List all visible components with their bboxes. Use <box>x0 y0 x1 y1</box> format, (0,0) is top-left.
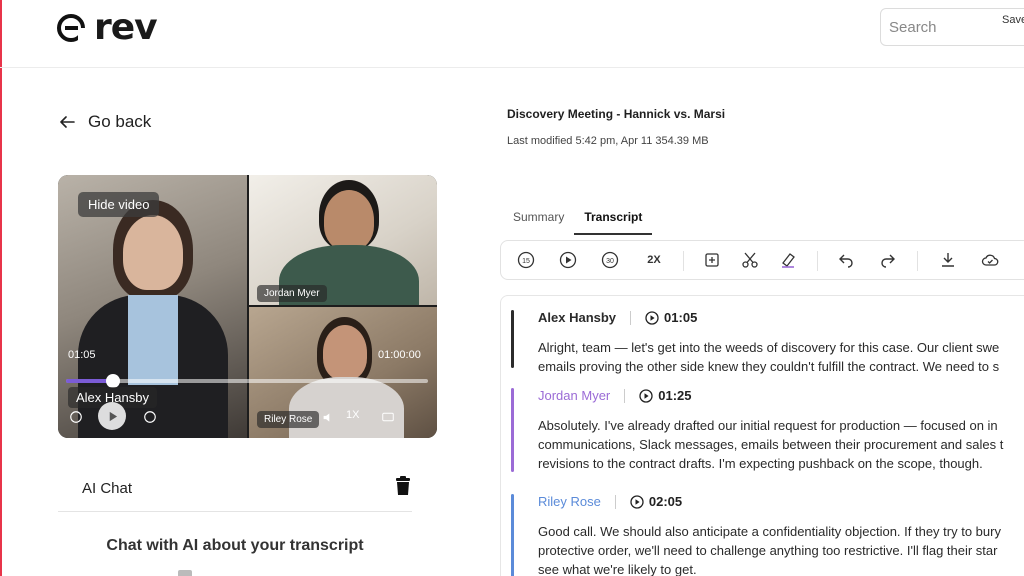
speaker-color-bar <box>511 310 514 368</box>
cut-button[interactable] <box>739 249 761 271</box>
window-edge <box>0 0 2 576</box>
toolbar-divider <box>817 251 818 271</box>
segment-text: Absolutely. I've already drafted our ini… <box>538 418 1004 471</box>
chat-icon <box>178 570 192 576</box>
rev-logo[interactable]: rev <box>56 7 158 48</box>
playback-speed[interactable]: 1X <box>346 409 359 421</box>
participant-name-tag: Riley Rose <box>257 411 320 428</box>
redo-button[interactable] <box>877 249 899 271</box>
video-tile-jordan: Jordan Myer <box>249 175 437 305</box>
transcript-panel: Alex Hansby 01:05 Alright, team — let's … <box>500 295 1024 576</box>
toolbar-divider <box>917 251 918 271</box>
segment-header: Jordan Myer 01:25 <box>538 388 692 403</box>
download-icon <box>942 253 954 267</box>
meeting-title: Discovery Meeting - Hannick vs. Marsi <box>507 107 726 121</box>
top-bar: rev <box>0 0 1024 68</box>
save-button-label[interactable]: Save <box>1002 14 1024 26</box>
participant-face <box>324 190 374 250</box>
insert-icon <box>705 253 719 267</box>
play-button[interactable] <box>98 402 126 430</box>
duration: 01:00:00 <box>378 349 421 361</box>
participant-face <box>123 215 183 290</box>
segment-header: Riley Rose 02:05 <box>538 494 682 509</box>
speed-button[interactable]: 2X <box>643 249 665 271</box>
rewind-icon[interactable] <box>68 409 84 425</box>
transcript-segment: Riley Rose 02:05 Good call. We should al… <box>511 494 1024 576</box>
play-circle-icon[interactable] <box>645 310 659 325</box>
segment-timestamp[interactable]: 02:05 <box>649 494 682 509</box>
speaker-color-bar <box>511 388 514 472</box>
svg-text:30: 30 <box>606 258 614 265</box>
svg-text:15: 15 <box>522 258 530 265</box>
segment-text: Good call. We should also anticipate a c… <box>538 524 1001 576</box>
tab-transcript[interactable]: Transcript <box>574 204 653 235</box>
participant-body <box>289 377 404 438</box>
rev-logo-icon <box>57 14 86 42</box>
transcript-segment: Alex Hansby 01:05 Alright, team — let's … <box>511 310 1024 382</box>
segment-text: Alright, team — let's get into the weeds… <box>538 340 1000 374</box>
meeting-meta: Last modified 5:42 pm, Apr 11 354.39 MB <box>507 135 709 147</box>
divider <box>614 494 616 509</box>
video-player[interactable]: Jordan Myer Riley Rose Hide video 01:05 … <box>58 175 437 438</box>
undo-icon <box>839 254 853 268</box>
divider <box>630 310 632 325</box>
play-button[interactable] <box>557 249 579 271</box>
toolbar-divider <box>683 251 684 271</box>
forward-30-button[interactable]: 30 <box>599 249 621 271</box>
rewind-15-icon: 15 <box>517 251 535 269</box>
insert-button[interactable] <box>701 249 723 271</box>
current-time: 01:05 <box>68 349 96 361</box>
volume-icon[interactable] <box>320 409 336 425</box>
participant-shirt <box>128 295 178 385</box>
speaker-name[interactable]: Alex Hansby <box>538 310 616 325</box>
rewind-15-button[interactable]: 15 <box>515 249 537 271</box>
forward-30-icon: 30 <box>601 251 619 269</box>
cloud-save-icon[interactable] <box>979 249 1001 271</box>
highlighter-icon <box>782 253 795 268</box>
scissors-icon <box>742 252 758 268</box>
view-tabs: Summary Transcript <box>503 204 653 235</box>
play-circle-icon[interactable] <box>630 494 644 509</box>
segment-timestamp[interactable]: 01:05 <box>664 310 697 325</box>
download-button[interactable] <box>937 249 959 271</box>
scrubber-handle[interactable] <box>106 374 121 388</box>
go-back-label: Go back <box>88 112 152 131</box>
highlight-button[interactable] <box>777 249 799 271</box>
segment-timestamp[interactable]: 01:25 <box>658 388 691 403</box>
transcript-segment: Jordan Myer 01:25 Absolutely. I've alrea… <box>511 388 1024 480</box>
participant-face <box>323 325 367 380</box>
divider <box>624 388 626 403</box>
play-icon <box>109 411 117 421</box>
logo-text: rev <box>94 7 158 48</box>
go-back-link[interactable]: Go back <box>58 112 151 132</box>
tab-summary[interactable]: Summary <box>503 204 574 235</box>
video-scrubber[interactable] <box>66 374 428 388</box>
video-tile-riley: Riley Rose <box>249 307 437 438</box>
participant-name-tag: Jordan Myer <box>257 285 327 302</box>
undo-button[interactable] <box>835 249 857 271</box>
forward-icon[interactable] <box>142 409 158 425</box>
speaker-name[interactable]: Riley Rose <box>538 494 601 509</box>
speaker-name[interactable]: Jordan Myer <box>538 388 610 403</box>
trash-icon[interactable] <box>394 476 412 496</box>
ai-chat-label: AI Chat <box>82 480 133 497</box>
ai-chat-title: Chat with AI about your transcript <box>106 537 364 554</box>
arrow-left-icon <box>60 116 75 128</box>
play-circle-icon[interactable] <box>639 388 653 403</box>
ai-chat-header: AI Chat <box>58 464 412 512</box>
speaker-color-bar <box>511 494 514 576</box>
hide-video-button[interactable]: Hide video <box>78 192 160 217</box>
play-circle-icon <box>559 251 577 269</box>
transcript-toolbar: 15 30 2X <box>500 240 1024 280</box>
segment-header: Alex Hansby 01:05 <box>538 310 697 325</box>
redo-icon <box>881 254 895 268</box>
captions-icon[interactable] <box>380 409 396 425</box>
